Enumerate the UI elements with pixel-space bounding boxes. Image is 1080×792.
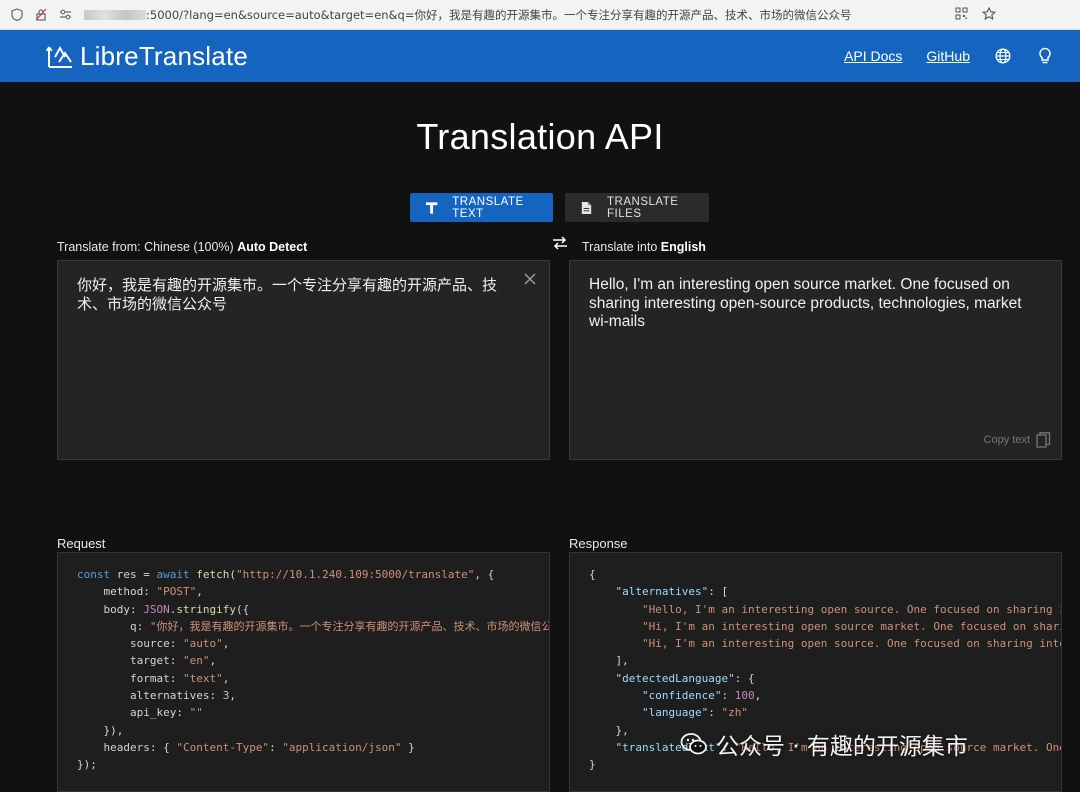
request-q: "你好，我是有趣的开源集市。一个专注分享有趣的开源产品、技术、市场的微信公众号" [149,619,550,633]
watermark-text: 公众号 · 有趣的开源集市 [716,734,968,760]
request-method: "POST" [156,585,197,599]
translate-files-label: TRANSLATE FILES [607,195,679,220]
api-docs-link[interactable]: API Docs [844,48,902,64]
request-format: "text" [182,671,223,685]
copy-icon [1036,432,1051,448]
detected-confidence: 100 [734,689,755,703]
source-text-area[interactable]: 你好，我是有趣的开源集市。一个专注分享有趣的开源产品、技术、市场的微信公众号 [57,260,550,460]
copy-text-button[interactable]: Copy text [984,432,1051,448]
source-language-label[interactable]: Translate from: Chinese (100%) Auto Dete… [57,240,307,254]
translate-from-prefix: Translate from: [57,240,141,254]
url-input[interactable]: :5000/?lang=en&source=auto&target=en&q=你… [84,7,955,23]
brand-name: LibreTranslate [80,40,249,71]
target-language-label[interactable]: Translate into English [582,240,706,254]
url-text: :5000/?lang=en&source=auto&target=en&q=你… [146,7,852,22]
translate-text-button[interactable]: TRANSLATE TEXT [410,193,553,222]
header-key: "Content-Type" [176,740,270,754]
page-title: Translation API [416,116,664,157]
bookmark-star-icon[interactable] [981,6,997,23]
swap-languages-icon[interactable] [551,236,569,250]
header-value: "application/json" [282,740,402,754]
request-url: "http://10.1.240.109:5000/translate" [235,568,475,581]
globe-icon[interactable] [994,47,1012,65]
response-label: Response [569,536,628,551]
top-navbar: LibreTranslate API Docs GitHub [0,30,1080,82]
clear-text-icon[interactable] [523,272,537,286]
site-settings-icon[interactable] [58,8,72,22]
lightbulb-icon[interactable] [1036,47,1054,65]
detected-language-code: "zh" [721,706,748,720]
libretranslate-logo-icon [46,45,72,68]
translate-into-prefix: Translate into [582,240,658,254]
brand-logo[interactable]: LibreTranslate [46,41,248,72]
request-label: Request [57,536,106,551]
translate-files-button[interactable]: TRANSLATE FILES [565,193,709,222]
translate-text-label: TRANSLATE TEXT [452,195,524,220]
target-language[interactable]: English [661,240,706,254]
alternative-1: "Hello, I'm an interesting open source. … [641,602,1061,616]
github-link[interactable]: GitHub [926,48,970,64]
wechat-icon [680,733,707,755]
alternative-3: "Hi, I'm an interesting open source. One… [641,637,1061,651]
text-format-icon [425,201,438,214]
wechat-watermark: 公众号 · 有趣的开源集市 [680,727,968,761]
redacted-host [84,9,146,20]
alternative-2: "Hi, I'm an interesting open source mark… [641,619,1061,633]
request-api-key: "" [189,706,203,720]
source-text[interactable]: 你好，我是有趣的开源集市。一个专注分享有趣的开源产品、技术、市场的微信公众号 [77,276,517,313]
request-source: "auto" [182,637,223,651]
detected-language: Chinese (100%) [144,240,234,254]
file-icon [581,201,592,214]
request-code-block: const res = await fetch("http://10.1.240… [57,552,550,792]
insecure-lock-icon[interactable] [34,8,48,22]
translated-text: Hello, I'm an interesting open source ma… [589,276,1022,330]
qr-code-icon[interactable] [955,7,968,23]
copy-text-label: Copy text [983,434,1030,446]
auto-detect-option[interactable]: Auto Detect [237,240,307,254]
request-alternatives: 3 [222,689,230,703]
request-target: "en" [182,654,210,668]
shield-icon[interactable] [10,8,24,22]
translated-text-area[interactable]: Hello, I'm an interesting open source ma… [569,260,1062,460]
browser-address-bar: :5000/?lang=en&source=auto&target=en&q=你… [0,0,1080,30]
